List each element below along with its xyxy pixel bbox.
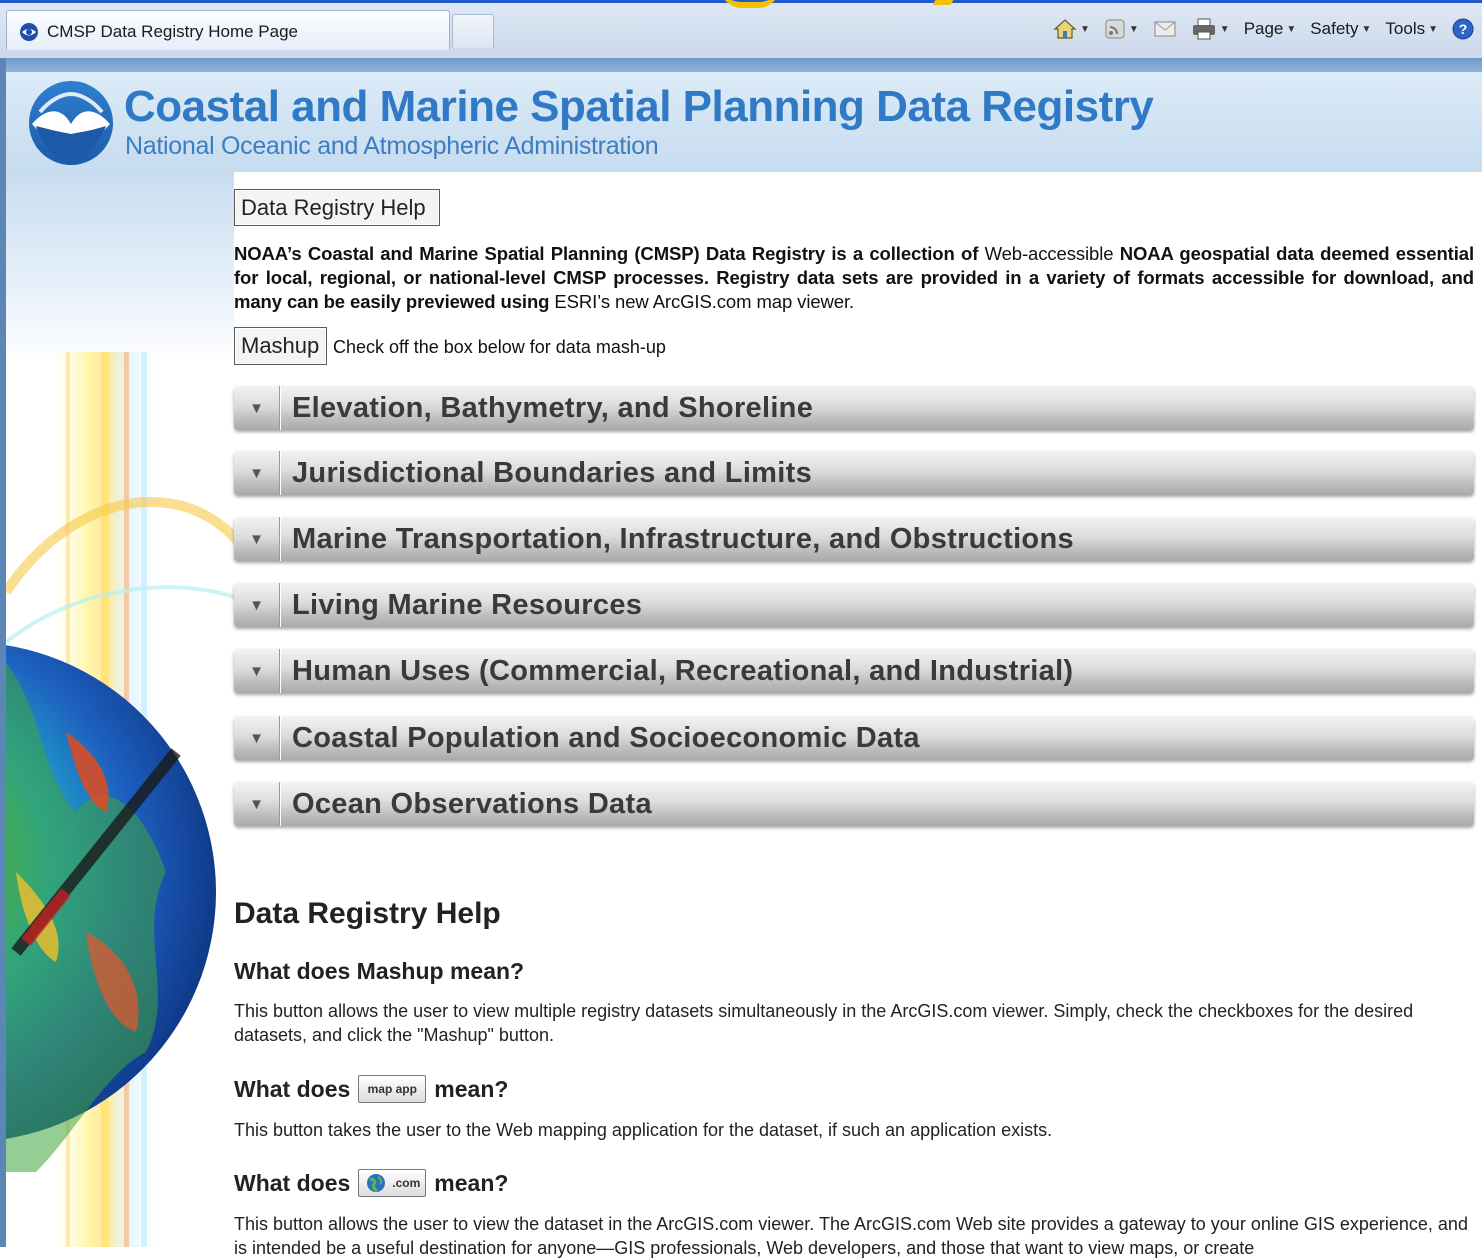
read-mail-button[interactable] (1149, 14, 1181, 44)
new-tab-button[interactable] (452, 14, 494, 48)
help-question-prefix: What does (234, 1169, 351, 1196)
browser-tab[interactable]: CMSP Data Registry Home Page (6, 10, 450, 50)
mashup-instruction: Check off the box below for data mash-up (333, 337, 666, 357)
help-answer-arcgis-com: This button allows the user to view the … (234, 1214, 1468, 1258)
site-subtitle: National Oceanic and Atmospheric Adminis… (125, 132, 659, 160)
chevron-down-icon: ▼ (1079, 23, 1090, 35)
command-bar: ▼ ▼ ▼ Page ▼ Safety ▼ Tools ▼ ? (1049, 12, 1482, 46)
category-ocean-observations[interactable]: ▼ Ocean Observations Data (234, 782, 1474, 826)
intro-text-2: ESRI’s new ArcGIS.com map viewer. (554, 291, 855, 312)
chevron-down-icon: ▼ (1361, 23, 1372, 35)
feeds-icon (1105, 19, 1125, 39)
decorative-globe-panel (6, 172, 234, 1247)
mail-icon (1154, 21, 1176, 37)
category-title: Jurisdictional Boundaries and Limits (292, 456, 812, 489)
category-title: Living Marine Resources (292, 588, 643, 621)
page-menu[interactable]: Page ▼ (1240, 14, 1301, 44)
tab-title: CMSP Data Registry Home Page (47, 22, 299, 41)
help-question-prefix: What does (234, 1075, 351, 1102)
expand-arrow-icon: ▼ (234, 716, 280, 760)
help-menu[interactable]: ? (1448, 14, 1478, 44)
data-registry-help-button[interactable]: Data Registry Help (234, 189, 440, 226)
safety-menu-label: Safety (1310, 19, 1359, 38)
page-top-strip (6, 58, 1482, 72)
category-elevation-bathymetry-shoreline[interactable]: ▼ Elevation, Bathymetry, and Shoreline (234, 386, 1474, 430)
category-title: Elevation, Bathymetry, and Shoreline (292, 391, 814, 424)
globe-icon (367, 1174, 386, 1193)
browser-chrome: CMSP Data Registry Home Page ▼ ▼ ▼ Page … (0, 0, 1482, 59)
help-icon: ? (1452, 18, 1474, 40)
print-icon (1192, 18, 1215, 40)
intro-text-bold-1: NOAA’s Coastal and Marine Spatial Planni… (234, 243, 985, 264)
arcgis-com-button-sample: .com (358, 1169, 427, 1197)
site-header: Coastal and Marine Spatial Planning Data… (6, 72, 1482, 172)
map-app-button-label: map app (367, 1082, 417, 1096)
help-question-text: What does Mashup mean? (234, 958, 525, 984)
home-icon (1053, 19, 1077, 39)
chevron-down-icon: ▼ (1428, 23, 1438, 35)
category-human-uses[interactable]: ▼ Human Uses (Commercial, Recreational, … (234, 649, 1474, 693)
category-title: Marine Transportation, Infrastructure, a… (292, 522, 1074, 555)
help-answer-map-app: This button takes the user to the Web ma… (234, 1120, 1053, 1140)
map-app-button-sample: map app (358, 1075, 427, 1103)
arcgis-com-button-label: .com (392, 1176, 421, 1190)
intro-text-1: Web-accessible (984, 243, 1114, 264)
expand-arrow-icon: ▼ (234, 782, 280, 826)
tools-menu[interactable]: Tools ▼ (1381, 14, 1442, 44)
help-answer-mashup: This button allows the user to view mult… (234, 1001, 1414, 1045)
feeds-button[interactable]: ▼ (1100, 14, 1143, 44)
safety-menu[interactable]: Safety ▼ (1306, 14, 1375, 44)
svg-text:?: ? (1459, 21, 1468, 37)
tools-menu-label: Tools (1385, 19, 1426, 38)
category-jurisdictional-boundaries[interactable]: ▼ Jurisdictional Boundaries and Limits (234, 451, 1474, 495)
expand-arrow-icon: ▼ (234, 451, 280, 495)
category-title: Human Uses (Commercial, Recreational, an… (292, 654, 1074, 687)
help-question-arcgis-com: What does .com mean? (234, 1169, 508, 1197)
globe-illustration (6, 352, 234, 1247)
category-marine-transportation[interactable]: ▼ Marine Transportation, Infrastructure,… (234, 517, 1474, 561)
noaa-favicon-icon (20, 23, 38, 41)
home-button[interactable]: ▼ (1049, 14, 1094, 44)
page-menu-label: Page (1243, 19, 1284, 38)
noaa-logo-icon (29, 81, 113, 165)
expand-arrow-icon: ▼ (234, 649, 280, 693)
expand-arrow-icon: ▼ (234, 517, 280, 561)
site-title: Coastal and Marine Spatial Planning Data… (124, 82, 1154, 131)
category-coastal-population[interactable]: ▼ Coastal Population and Socioeconomic D… (234, 716, 1474, 760)
category-title: Ocean Observations Data (292, 787, 652, 820)
chevron-down-icon: ▼ (1219, 23, 1230, 35)
help-heading: Data Registry Help (234, 897, 501, 930)
mashup-button[interactable]: Mashup (234, 327, 327, 365)
chevron-down-icon: ▼ (1128, 23, 1139, 35)
expand-arrow-icon: ▼ (234, 386, 280, 430)
chevron-down-icon: ▼ (1286, 23, 1297, 35)
help-question-suffix: mean? (434, 1075, 509, 1102)
help-question-mashup: What does Mashup mean? (234, 958, 524, 985)
help-question-suffix: mean? (434, 1169, 509, 1196)
category-living-marine-resources[interactable]: ▼ Living Marine Resources (234, 583, 1474, 627)
expand-arrow-icon: ▼ (234, 583, 280, 627)
intro-paragraph: NOAA’s Coastal and Marine Spatial Planni… (234, 242, 1474, 314)
print-button[interactable]: ▼ (1187, 14, 1234, 44)
help-question-map-app: What does map app mean? (234, 1075, 508, 1103)
category-title: Coastal Population and Socioeconomic Dat… (292, 721, 920, 754)
decorative-arc (720, 0, 780, 8)
decorative-dash (932, 0, 954, 5)
